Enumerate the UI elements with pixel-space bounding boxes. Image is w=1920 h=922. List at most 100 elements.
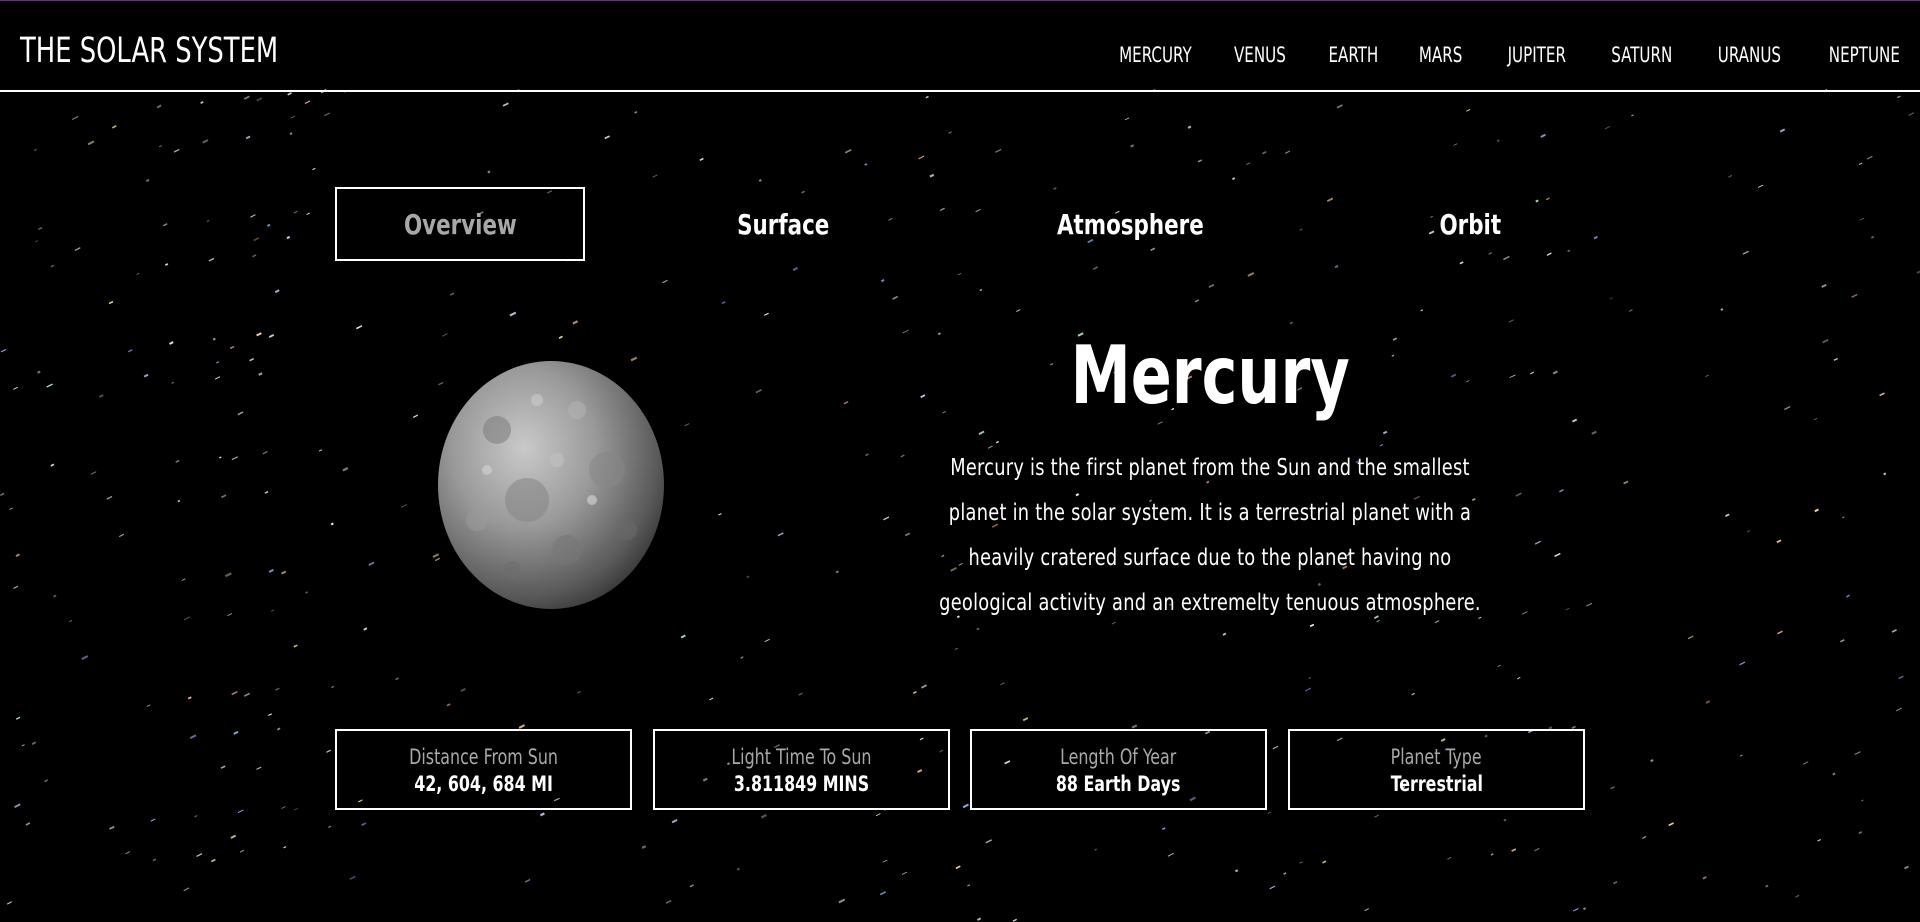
star bbox=[69, 619, 73, 623]
section-tabs: Overview Surface Atmosphere Orbit bbox=[335, 187, 1580, 261]
star bbox=[1728, 174, 1733, 178]
star bbox=[368, 561, 375, 566]
star bbox=[283, 846, 287, 849]
star bbox=[995, 440, 1000, 444]
star bbox=[150, 818, 156, 822]
star bbox=[1509, 374, 1516, 379]
star bbox=[152, 858, 157, 862]
star bbox=[1516, 676, 1521, 680]
star bbox=[1583, 907, 1587, 911]
star bbox=[1000, 682, 1005, 686]
star bbox=[44, 779, 49, 783]
star bbox=[539, 812, 545, 817]
nav-item-mars[interactable]: MARS bbox=[1419, 43, 1462, 67]
star bbox=[1896, 95, 1901, 99]
star bbox=[604, 135, 610, 140]
star bbox=[577, 690, 581, 694]
star bbox=[1022, 717, 1029, 722]
star bbox=[231, 690, 238, 696]
star bbox=[1283, 872, 1287, 875]
star bbox=[38, 226, 43, 231]
star bbox=[268, 333, 275, 338]
star bbox=[641, 845, 647, 849]
star bbox=[942, 410, 947, 414]
nav-item-earth[interactable]: EARTH bbox=[1329, 43, 1379, 67]
star bbox=[979, 288, 983, 292]
star bbox=[187, 696, 192, 700]
star bbox=[1092, 266, 1098, 270]
nav-item-venus[interactable]: VENUS bbox=[1234, 43, 1286, 67]
star bbox=[1724, 513, 1730, 518]
star bbox=[1702, 876, 1707, 880]
star bbox=[274, 687, 280, 691]
star bbox=[233, 730, 239, 735]
star bbox=[736, 867, 740, 871]
tab-atmosphere[interactable]: Atmosphere bbox=[980, 187, 1280, 261]
star bbox=[287, 92, 292, 96]
star bbox=[1821, 283, 1827, 288]
star bbox=[25, 822, 31, 826]
star bbox=[760, 814, 767, 819]
nav-item-jupiter[interactable]: JUPITER bbox=[1507, 43, 1565, 67]
star bbox=[1552, 370, 1558, 375]
star bbox=[709, 697, 714, 701]
star bbox=[250, 214, 256, 218]
star bbox=[1322, 860, 1327, 864]
star bbox=[171, 381, 175, 384]
tab-overview[interactable]: Overview bbox=[335, 187, 585, 261]
star bbox=[955, 865, 961, 870]
star bbox=[34, 240, 39, 243]
site-logo[interactable]: THE SOLAR SYSTEM bbox=[20, 31, 278, 71]
star bbox=[214, 376, 221, 380]
star bbox=[652, 174, 658, 178]
star bbox=[1231, 177, 1236, 181]
star bbox=[1247, 271, 1255, 277]
planet-title: Mercury bbox=[1070, 329, 1350, 422]
star bbox=[81, 655, 89, 661]
star bbox=[164, 263, 169, 266]
star bbox=[21, 744, 25, 747]
star bbox=[665, 899, 672, 904]
star bbox=[1604, 126, 1611, 130]
star bbox=[844, 149, 852, 154]
star bbox=[1511, 848, 1517, 852]
star bbox=[363, 627, 368, 631]
nav-item-mercury[interactable]: MERCURY bbox=[1119, 43, 1192, 67]
star bbox=[1609, 297, 1614, 300]
star bbox=[14, 803, 21, 808]
star bbox=[1858, 831, 1863, 835]
tab-surface[interactable]: Surface bbox=[658, 187, 908, 261]
star bbox=[1187, 125, 1192, 129]
star bbox=[349, 875, 356, 880]
star bbox=[755, 388, 762, 394]
star bbox=[798, 692, 803, 696]
nav-item-neptune[interactable]: NEPTUNE bbox=[1829, 43, 1900, 67]
mercury-planet-image bbox=[438, 361, 664, 609]
star bbox=[216, 361, 220, 364]
star bbox=[1854, 751, 1861, 756]
star bbox=[777, 532, 784, 537]
star bbox=[1447, 856, 1452, 860]
star bbox=[1870, 235, 1875, 239]
stat-light-time: Light Time To Sun 3.811849 MINS bbox=[653, 729, 950, 810]
star bbox=[1572, 908, 1579, 912]
star bbox=[1157, 421, 1163, 425]
star bbox=[1269, 885, 1276, 890]
star bbox=[880, 278, 885, 283]
star bbox=[286, 235, 291, 240]
star bbox=[256, 332, 262, 337]
star bbox=[995, 148, 1002, 153]
nav-item-uranus[interactable]: URANUS bbox=[1718, 43, 1781, 67]
star bbox=[326, 749, 332, 753]
star bbox=[158, 145, 163, 148]
star bbox=[441, 333, 448, 337]
tab-orbit[interactable]: Orbit bbox=[1345, 187, 1595, 261]
star bbox=[253, 237, 260, 242]
star bbox=[0, 492, 5, 497]
star bbox=[1450, 373, 1457, 378]
star bbox=[202, 139, 209, 144]
star bbox=[9, 507, 13, 510]
star bbox=[902, 329, 909, 334]
nav-item-saturn[interactable]: SATURN bbox=[1611, 43, 1672, 67]
star bbox=[662, 279, 668, 284]
